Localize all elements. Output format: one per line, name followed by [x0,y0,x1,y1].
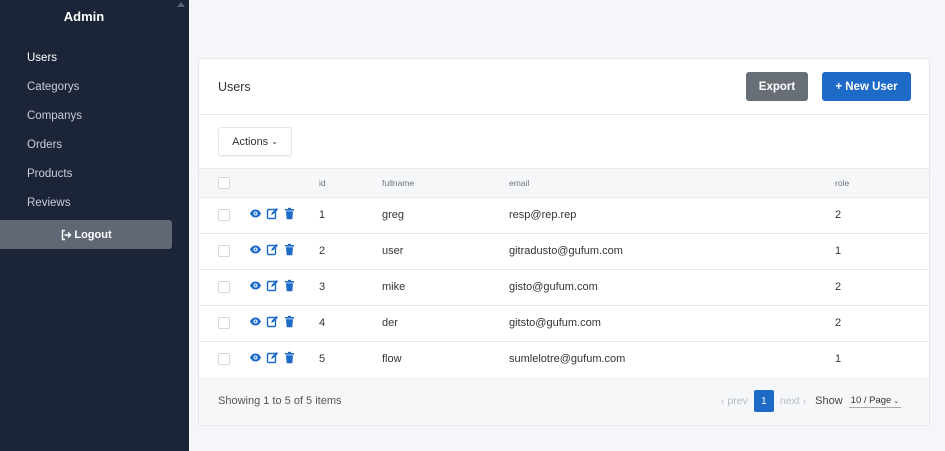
sidebar: Admin Users Categorys Companys Orders Pr… [0,0,189,451]
cell-email: gitsto@gufum.com [509,305,835,342]
sidebar-item-companys[interactable]: Companys [0,102,176,131]
row-checkbox[interactable] [218,245,230,258]
trash-icon[interactable] [283,243,296,256]
sidebar-item-orders[interactable]: Orders [0,131,176,160]
page-size-value: 10 / Page [850,394,892,406]
cell-role: 2 [835,305,929,342]
cell-id: 4 [319,305,382,342]
actions-dropdown[interactable]: Actions ⌄ [218,127,292,156]
trash-icon[interactable] [283,315,296,328]
export-button[interactable]: Export [746,72,808,101]
table-row[interactable]: 5 flow sumlelotre@gufum.com 1 [199,341,929,378]
pagination: ‹ prev 1 next › Show 10 / Page ⌄ [721,390,902,412]
column-header-email[interactable]: email [509,169,835,198]
chevron-down-icon: ⌄ [893,397,900,405]
sidebar-item-categorys[interactable]: Categorys [0,73,176,102]
cell-fullname: greg [382,197,509,234]
sidebar-scrollbar[interactable] [176,0,189,451]
edit-icon[interactable] [266,315,279,328]
showing-count: Showing 1 to 5 of 5 items [218,395,342,407]
cell-email: gitradusto@gufum.com [509,233,835,270]
sidebar-nav: Users Categorys Companys Orders Products… [0,44,176,218]
table-header-row: id fullname email role [199,169,929,198]
cell-id: 1 [319,197,382,234]
table-footer: Showing 1 to 5 of 5 items ‹ prev 1 next … [199,377,929,425]
trash-icon[interactable] [283,351,296,364]
cell-email: sumlelotre@gufum.com [509,341,835,378]
row-checkbox[interactable] [218,353,230,366]
sidebar-item-users[interactable]: Users [0,44,176,73]
actions-label: Actions [232,135,269,148]
row-checkbox[interactable] [218,281,230,294]
sidebar-item-reviews[interactable]: Reviews [0,189,176,218]
cell-fullname: der [382,305,509,342]
chevron-down-icon: ⌄ [271,137,278,146]
logout-label: Logout [74,228,112,241]
row-checkbox[interactable] [218,209,230,222]
edit-icon[interactable] [266,207,279,220]
cell-email: gisto@gufum.com [509,269,835,306]
page-size-select[interactable]: 10 / Page ⌄ [848,394,902,408]
table-row[interactable]: 4 der gitsto@gufum.com 2 [199,305,929,342]
cell-fullname: user [382,233,509,270]
eye-icon[interactable] [249,207,262,220]
users-table: id fullname email role 1 greg resp@rep.rep… [199,169,929,378]
prev-page-link[interactable]: prev [727,395,747,407]
card-header: Users Export + New User [199,59,929,115]
eye-icon[interactable] [249,315,262,328]
column-header-role[interactable]: role [835,169,929,198]
cell-role: 2 [835,197,929,234]
sign-out-icon [60,229,72,241]
sidebar-item-products[interactable]: Products [0,160,176,189]
eye-icon[interactable] [249,279,262,292]
scroll-up-icon[interactable] [177,2,185,7]
eye-icon[interactable] [249,351,262,364]
column-header-id[interactable]: id [319,169,382,198]
cell-id: 5 [319,341,382,378]
page-title: Users [218,80,251,94]
cell-id: 3 [319,269,382,306]
edit-icon[interactable] [266,243,279,256]
eye-icon[interactable] [249,243,262,256]
cell-fullname: mike [382,269,509,306]
trash-icon[interactable] [283,279,296,292]
table-row[interactable]: 2 user gitradusto@gufum.com 1 [199,233,929,270]
logout-button[interactable]: Logout [0,220,172,249]
trash-icon[interactable] [283,207,296,220]
users-card: Users Export + New User Actions ⌄ id ful… [198,58,930,426]
select-all-checkbox[interactable] [218,176,230,189]
next-page-link[interactable]: next [780,395,800,407]
cell-id: 2 [319,233,382,270]
table-row[interactable]: 1 greg resp@rep.rep 2 [199,197,929,234]
cell-role: 2 [835,269,929,306]
cell-role: 1 [835,341,929,378]
brand-title: Admin [63,9,105,24]
next-chevron-icon[interactable]: › [800,395,807,407]
column-header-fullname[interactable]: fullname [382,169,509,198]
cell-role: 1 [835,233,929,270]
row-checkbox[interactable] [218,317,230,330]
actions-bar: Actions ⌄ [199,115,929,169]
new-user-button[interactable]: + New User [822,72,911,101]
show-label: Show [815,395,843,407]
cell-fullname: flow [382,341,509,378]
table-row[interactable]: 3 mike gisto@gufum.com 2 [199,269,929,306]
cell-email: resp@rep.rep [509,197,835,234]
edit-icon[interactable] [266,351,279,364]
edit-icon[interactable] [266,279,279,292]
page-number-1[interactable]: 1 [753,390,774,412]
